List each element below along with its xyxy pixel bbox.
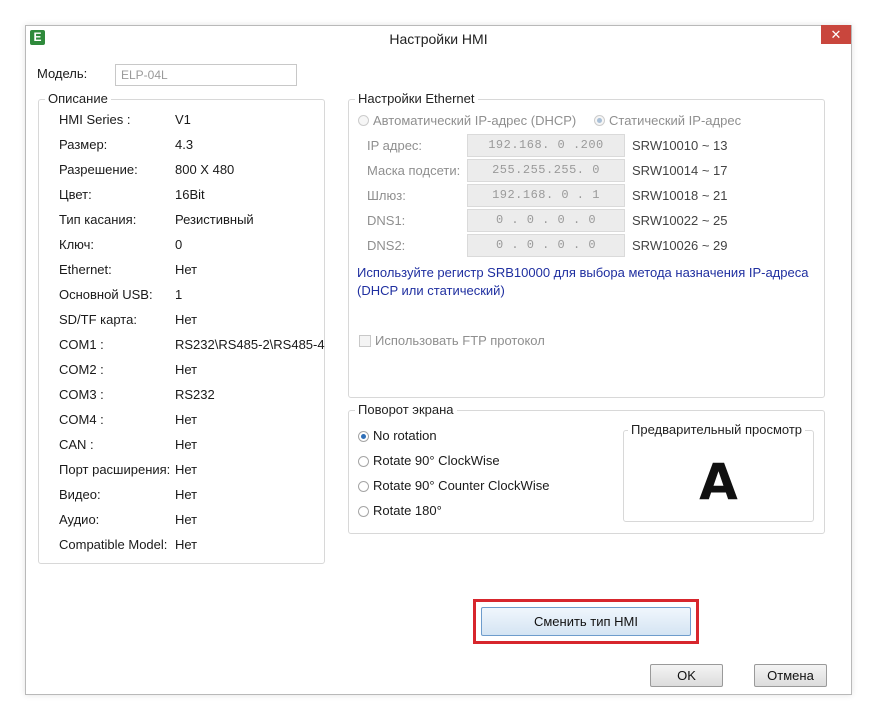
description-label: Цвет: <box>59 187 92 202</box>
rotation-radio[interactable] <box>358 506 369 517</box>
description-label: COM3 : <box>59 387 104 402</box>
description-title: Описание <box>45 91 111 106</box>
ip-input[interactable]: 192.168. 0 .200 <box>467 134 625 157</box>
description-value: 16Bit <box>175 187 205 202</box>
rotation-radio[interactable] <box>358 431 369 442</box>
description-value: Нет <box>175 437 198 452</box>
description-label: Compatible Model: <box>59 537 168 552</box>
description-label: Ключ: <box>59 237 95 252</box>
ethernet-field-label: DNS1: <box>367 213 406 228</box>
register-range: SRW10014 ~ 17 <box>632 163 728 178</box>
description-label: Видео: <box>59 487 101 502</box>
close-button[interactable]: ✕ <box>821 25 851 44</box>
description-value: RS232\RS485-2\RS485-4 <box>175 337 325 352</box>
ethernet-title: Настройки Ethernet <box>355 91 478 106</box>
ftp-checkbox[interactable] <box>359 335 371 347</box>
description-value: Нет <box>175 312 198 327</box>
description-value: Резистивный <box>175 212 254 227</box>
description-label: Аудио: <box>59 512 100 527</box>
description-label: COM4 : <box>59 412 104 427</box>
register-note: Используйте регистр SRB10000 для выбора … <box>357 265 809 298</box>
ethernet-field-label: Маска подсети: <box>367 163 461 178</box>
rotation-option-label[interactable]: Rotate 180° <box>373 503 442 518</box>
register-range: SRW10018 ~ 21 <box>632 188 728 203</box>
description-value: Нет <box>175 262 198 277</box>
description-label: Ethernet: <box>59 262 112 277</box>
model-label: Модель: <box>37 66 88 81</box>
preview-panel: Предварительный просмотр A <box>623 422 814 522</box>
rotation-option-label[interactable]: No rotation <box>373 428 437 443</box>
description-label: Размер: <box>59 137 108 152</box>
close-icon: ✕ <box>830 27 842 42</box>
description-value: Нет <box>175 537 198 552</box>
dhcp-label: Автоматический IP-адрес (DHCP) <box>373 113 577 128</box>
register-range: SRW10010 ~ 13 <box>632 138 728 153</box>
rotation-radio[interactable] <box>358 456 369 467</box>
dhcp-radio[interactable] <box>358 115 369 126</box>
description-value: 0 <box>175 237 183 252</box>
ethernet-field-label: DNS2: <box>367 238 406 253</box>
hmi-settings-dialog: E Настройки HMI ✕ Модель: ELP-04L Описан… <box>25 25 852 695</box>
rotation-radio[interactable] <box>358 481 369 492</box>
rotation-title: Поворот экрана <box>355 402 457 417</box>
preview-letter: A <box>699 453 738 511</box>
description-value: Нет <box>175 362 198 377</box>
description-value: Нет <box>175 412 198 427</box>
description-value: Нет <box>175 512 198 527</box>
description-value: 800 X 480 <box>175 162 235 177</box>
change-hmi-button[interactable]: Сменить тип HMI <box>481 607 691 636</box>
description-label: COM2 : <box>59 362 104 377</box>
static-ip-radio[interactable] <box>594 115 605 126</box>
register-range: SRW10022 ~ 25 <box>632 213 728 228</box>
ethernet-field-label: Шлюз: <box>367 188 406 203</box>
description-label: Основной USB: <box>59 287 153 302</box>
description-value: 4.3 <box>175 137 194 152</box>
description-label: Тип касания: <box>59 212 137 227</box>
description-label: HMI Series : <box>59 112 131 127</box>
ip-input[interactable]: 0 . 0 . 0 . 0 <box>467 234 625 257</box>
ftp-label: Использовать FTP протокол <box>375 333 545 348</box>
model-field[interactable]: ELP-04L <box>115 64 297 86</box>
rotation-option-label[interactable]: Rotate 90° Counter ClockWise <box>373 478 549 493</box>
description-label: Разрешение: <box>59 162 138 177</box>
description-value: RS232 <box>175 387 215 402</box>
rotation-option-label[interactable]: Rotate 90° ClockWise <box>373 453 500 468</box>
preview-title: Предварительный просмотр <box>628 422 806 437</box>
dialog-title: Настройки HMI <box>389 31 488 47</box>
description-group: Описание HMI Series : V1 Размер: 4.3 Разреше… <box>38 91 325 564</box>
register-range: SRW10026 ~ 29 <box>632 238 728 253</box>
ip-input[interactable]: 192.168. 0 . 1 <box>467 184 625 207</box>
description-value: 1 <box>175 287 183 302</box>
description-value: V1 <box>175 112 191 127</box>
description-label: SD/TF карта: <box>59 312 137 327</box>
static-ip-label: Статический IP-адрес <box>609 113 742 128</box>
title-bar[interactable]: E Настройки HMI ✕ <box>26 25 851 52</box>
ok-button[interactable]: OK <box>650 664 723 687</box>
description-label: CAN : <box>59 437 94 452</box>
cancel-button[interactable]: Отмена <box>754 664 827 687</box>
ip-input[interactable]: 255.255.255. 0 <box>467 159 625 182</box>
description-label: Порт расширения: <box>59 462 171 477</box>
ethernet-field-label: IP адрес: <box>367 138 423 153</box>
description-label: COM1 : <box>59 337 104 352</box>
description-value: Нет <box>175 462 198 477</box>
ip-input[interactable]: 0 . 0 . 0 . 0 <box>467 209 625 232</box>
description-value: Нет <box>175 487 198 502</box>
